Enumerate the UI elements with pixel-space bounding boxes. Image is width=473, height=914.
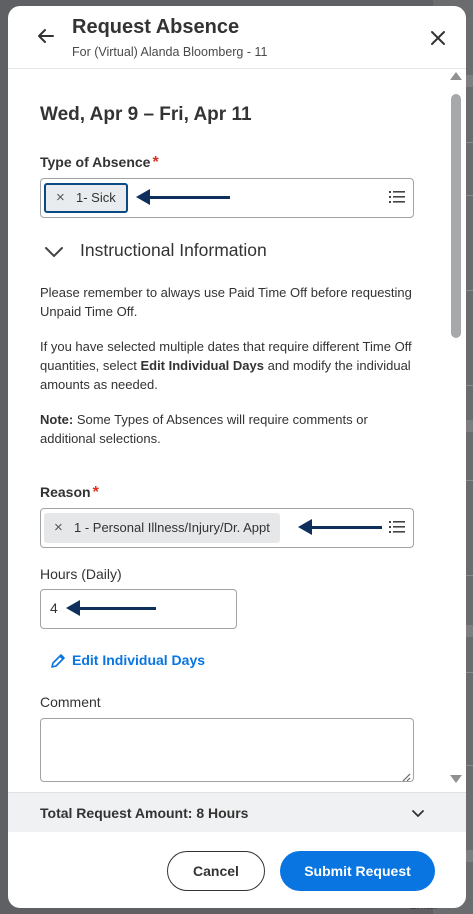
dialog-title: Request Absence — [72, 16, 240, 38]
required-asterisk: * — [152, 154, 159, 171]
dialog-header: Request Absence For (Virtual) Alanda Blo… — [8, 6, 466, 69]
back-arrow-icon[interactable] — [34, 24, 58, 48]
remove-icon[interactable]: × — [54, 513, 63, 543]
instruction-paragraph-2: If you have selected multiple dates that… — [40, 339, 412, 392]
total-request-amount: Total Request Amount: 8 Hours — [40, 805, 249, 821]
close-icon[interactable] — [426, 26, 450, 50]
annotation-arrow — [136, 189, 230, 205]
dialog-subtitle: For (Virtual) Alanda Bloomberg - 11 — [72, 45, 268, 59]
chevron-down-icon — [44, 242, 64, 262]
instruction-note: Note: Some Types of Absences will requir… — [40, 412, 368, 446]
dialog-body[interactable]: Wed, Apr 9 – Fri, Apr 11 Type of Absence… — [8, 70, 466, 792]
type-of-absence-label: Type of Absence * — [40, 154, 159, 171]
instructional-title: Instructional Information — [80, 240, 267, 260]
cancel-button[interactable]: Cancel — [167, 851, 265, 891]
list-icon[interactable] — [389, 519, 405, 535]
selected-absence-pill[interactable]: × 1- Sick — [44, 183, 128, 213]
instruction-paragraph-1: Please remember to always use Paid Time … — [40, 285, 412, 319]
hours-label: Hours (Daily) — [40, 566, 122, 582]
annotation-arrow — [298, 519, 382, 535]
request-absence-dialog: Request Absence For (Virtual) Alanda Blo… — [8, 6, 466, 908]
total-request-bar[interactable]: Total Request Amount: 8 Hours — [8, 792, 466, 832]
hours-value: 4 — [50, 600, 58, 616]
list-icon[interactable] — [389, 189, 405, 205]
chevron-down-icon[interactable] — [410, 805, 426, 821]
pencil-icon — [50, 653, 66, 669]
annotation-arrow — [66, 600, 156, 616]
comment-label: Comment — [40, 694, 101, 710]
submit-request-button[interactable]: Submit Request — [280, 851, 435, 891]
comment-textarea[interactable] — [40, 718, 414, 782]
remove-icon[interactable]: × — [56, 185, 65, 211]
selected-reason-pill[interactable]: × 1 - Personal Illness/Injury/Dr. Appt — [44, 513, 280, 543]
required-asterisk: * — [92, 484, 99, 501]
reason-label: Reason * — [40, 484, 99, 501]
date-range-heading: Wed, Apr 9 – Fri, Apr 11 — [40, 104, 252, 125]
instructional-section-toggle[interactable]: Instructional Information — [40, 240, 340, 264]
scroll-up-arrow-icon[interactable] — [450, 72, 462, 80]
scrollbar-thumb[interactable] — [451, 94, 461, 338]
scroll-down-arrow-icon[interactable] — [450, 775, 462, 783]
resize-handle-icon[interactable] — [401, 769, 411, 782]
